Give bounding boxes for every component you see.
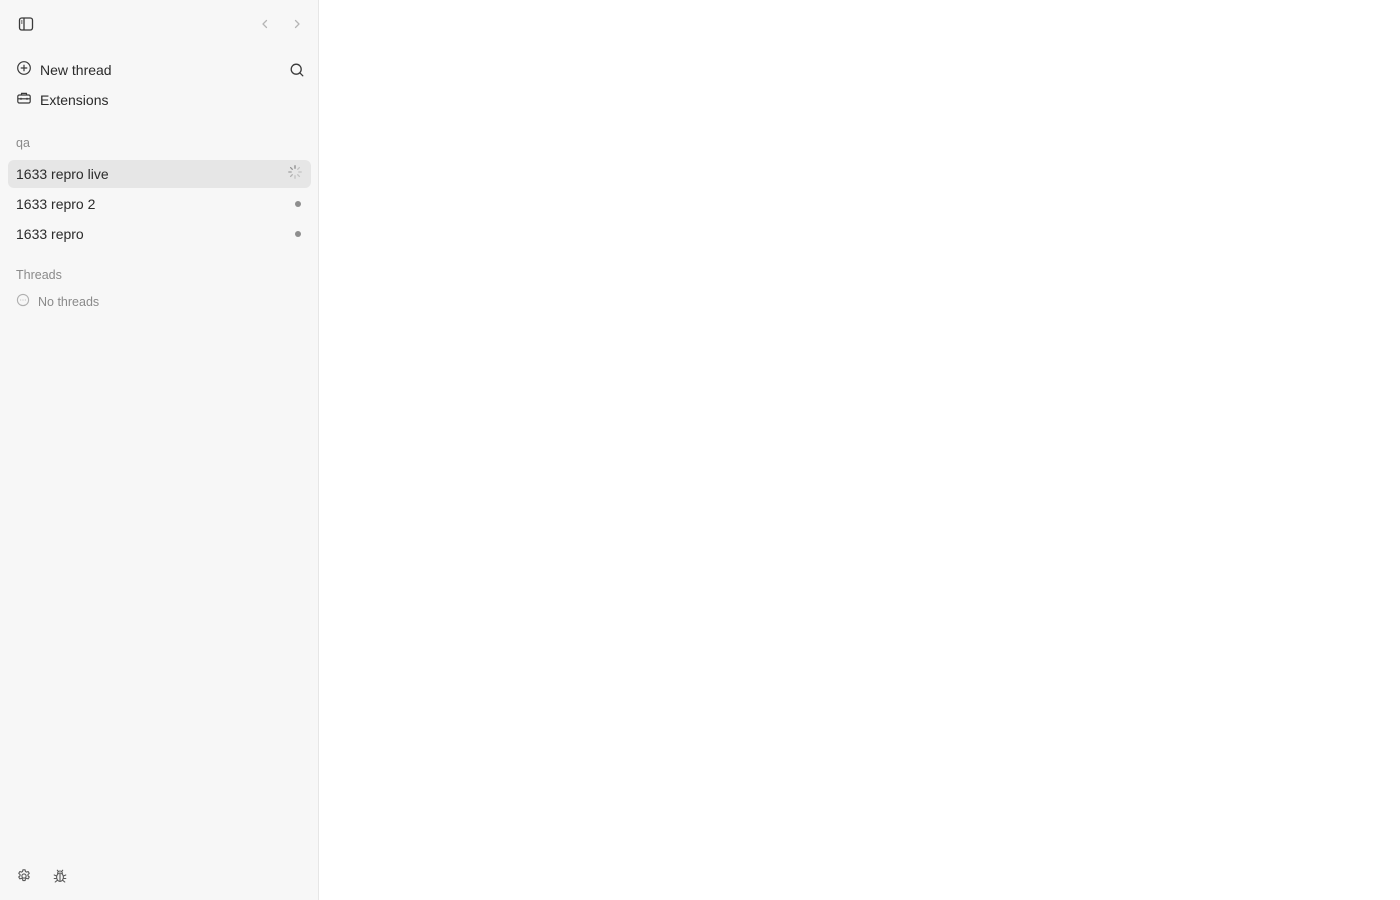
empty-threads-label: No threads bbox=[38, 295, 100, 309]
app-window: New thread Extensions qa 1633 repro live… bbox=[0, 0, 1400, 900]
chevron-right-icon[interactable] bbox=[286, 13, 308, 35]
spinner-icon bbox=[287, 164, 303, 185]
thread-label: 1633 repro bbox=[16, 226, 84, 242]
new-thread-button[interactable]: New thread bbox=[8, 56, 311, 84]
sidebar-toggle-icon[interactable] bbox=[15, 13, 37, 35]
project-title[interactable]: qa bbox=[16, 136, 30, 150]
bug-icon[interactable] bbox=[49, 865, 71, 887]
plus-circle-icon bbox=[16, 60, 32, 81]
status-dot-icon bbox=[295, 201, 301, 207]
extensions-label: Extensions bbox=[40, 92, 109, 108]
search-icon[interactable] bbox=[286, 59, 308, 81]
thread-item[interactable]: 1633 repro 2 bbox=[8, 190, 311, 218]
thread-item[interactable]: 1633 repro live bbox=[8, 160, 311, 188]
threads-section-title: Threads bbox=[16, 268, 62, 282]
toolbox-icon bbox=[16, 90, 32, 111]
extensions-button[interactable]: Extensions bbox=[8, 86, 311, 114]
chat-bubble-icon bbox=[16, 293, 30, 312]
sidebar: New thread Extensions qa 1633 repro live… bbox=[0, 0, 319, 900]
new-thread-label: New thread bbox=[40, 62, 112, 78]
main-content-area bbox=[319, 0, 1400, 900]
empty-threads-row: No threads bbox=[16, 292, 99, 312]
chevron-left-icon[interactable] bbox=[254, 13, 276, 35]
thread-item[interactable]: 1633 repro bbox=[8, 220, 311, 248]
thread-label: 1633 repro live bbox=[16, 166, 109, 182]
thread-label: 1633 repro 2 bbox=[16, 196, 96, 212]
gear-icon[interactable] bbox=[13, 865, 35, 887]
status-dot-icon bbox=[295, 231, 301, 237]
